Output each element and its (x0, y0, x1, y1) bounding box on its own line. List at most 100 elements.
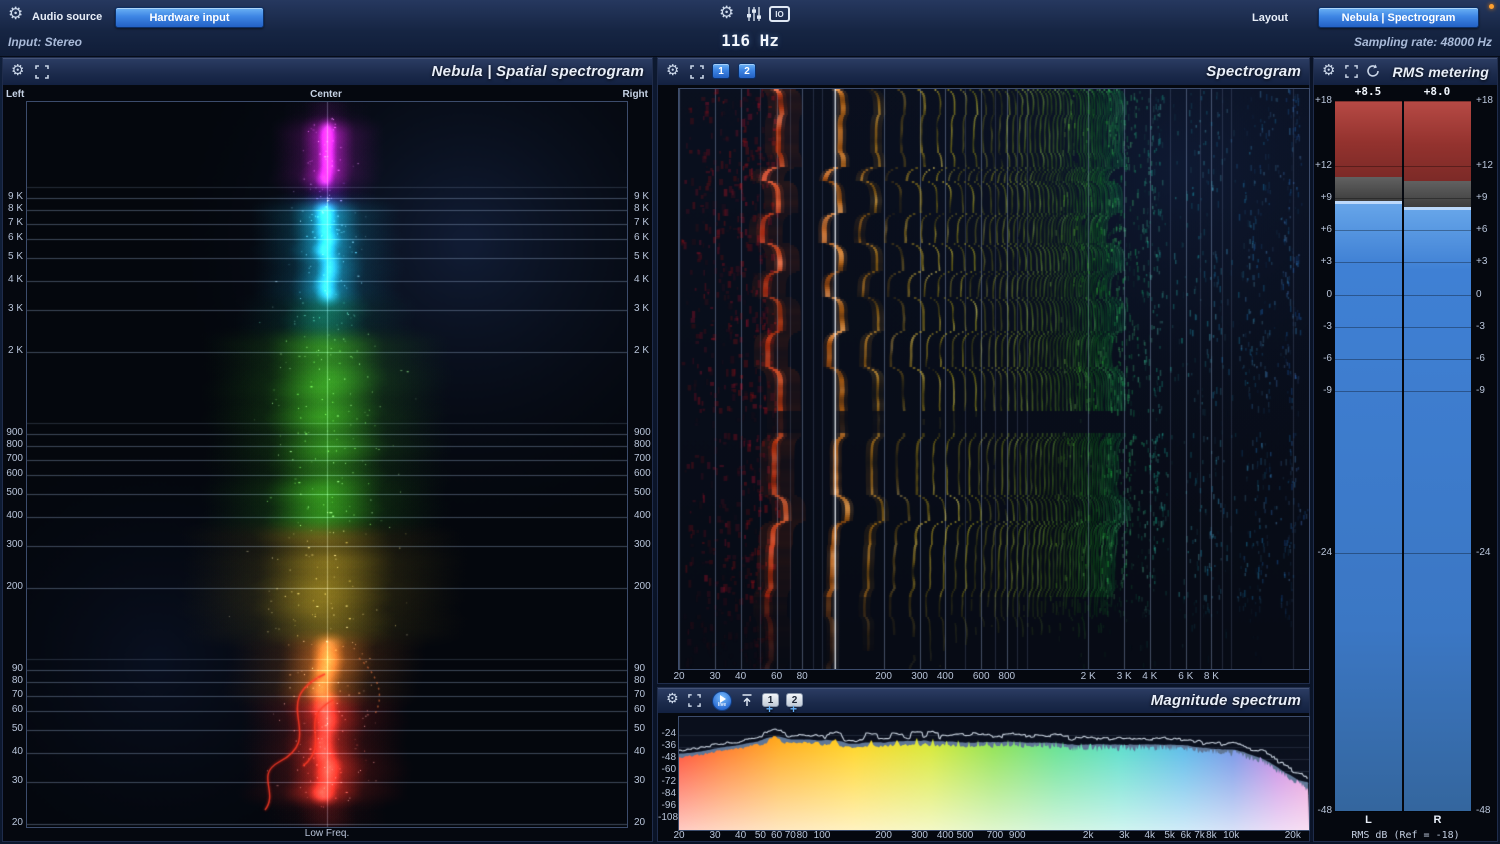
freq-tick-label: 300 (6, 539, 23, 551)
freq-tick-label: 80 (11, 674, 23, 686)
freq-tick-label: 8 K (7, 202, 23, 214)
peak-hold-arrow-icon[interactable] (740, 693, 754, 713)
freq-tick-label: 900 (1008, 830, 1026, 841)
freq-tick-label: 10k (1223, 830, 1240, 841)
freq-tick-label: 50 (634, 723, 646, 735)
freq-tick-label: 30 (11, 775, 23, 787)
freq-tick-label: 2 K (7, 345, 23, 356)
freq-tick-label: 500 (6, 487, 23, 499)
live-button[interactable]: live (712, 691, 732, 711)
reset-meter-icon[interactable] (1366, 64, 1380, 83)
db-tick-label: -108 (658, 812, 679, 823)
db-scale-label: -24 (1317, 546, 1332, 558)
freq-tick-label: 8 K (1203, 671, 1219, 682)
frequency-readout: 116 Hz (721, 31, 779, 50)
freq-tick-label: 8 K (634, 202, 650, 214)
freq-tick-label: 200 (875, 830, 892, 841)
freq-tick-label: 20 (634, 817, 646, 828)
freq-tick-label: 40 (634, 745, 646, 757)
freq-tick-label: 7 K (634, 216, 650, 228)
io-routing-icon[interactable]: IO (769, 6, 790, 22)
meter-over-zone (1335, 101, 1402, 178)
sliders-icon[interactable] (746, 6, 762, 27)
input-info: Input: Stereo (8, 35, 82, 49)
db-tick-label: -60 (661, 764, 676, 775)
freq-tick-label: 200 (875, 671, 892, 682)
freq-tick-label: 30 (634, 775, 646, 787)
freq-tick-label: 200 (6, 581, 23, 592)
magnitude-spectrum-canvas[interactable] (679, 717, 1309, 830)
rms-panel-header: ⚙ RMS metering (1314, 58, 1497, 86)
spectrogram-layer2-button[interactable]: 2 (738, 63, 756, 79)
magnitude-spectrum-panel: ⚙ live 1 2 + + Magnitude spectrum -24 -36… (657, 687, 1310, 842)
center-settings-gear-icon[interactable]: ⚙ (719, 5, 734, 22)
spatial-plot-area (26, 101, 628, 828)
meter-peak-zone (1335, 177, 1402, 202)
freq-tick-label: 3 K (634, 303, 650, 315)
freq-tick-label: 9 K (7, 190, 23, 202)
freq-tick-label: 5 K (7, 251, 23, 263)
freq-tick-label: 20 (11, 817, 23, 828)
rms-scale-left-axis: +18 +12 +9 +6 +3 0 -3 -6 -9 -24 -48 (1314, 58, 1333, 843)
freq-tick-label: 30 (709, 830, 721, 841)
db-scale-label: -9 (1323, 385, 1332, 397)
meter-peak-zone (1404, 180, 1471, 207)
freq-tick-label: 7 K (7, 216, 23, 228)
db-tick-label: -84 (661, 788, 676, 799)
freq-tick-label: 800 (6, 438, 23, 450)
rms-fullscreen-icon[interactable] (1345, 65, 1358, 83)
spatial-fullscreen-icon[interactable] (35, 65, 49, 84)
db-scale-label: -48 (1476, 805, 1491, 816)
freq-tick-label: 70 (11, 688, 23, 700)
rms-meter-right[interactable] (1404, 101, 1471, 811)
freq-tick-label: 80 (796, 671, 808, 682)
preset-button[interactable]: Nebula | Spectrogram (1318, 7, 1479, 28)
spectrogram-canvas[interactable] (679, 89, 1309, 669)
meter-tick-line (1335, 811, 1471, 812)
freq-tick-label: 3k (1118, 830, 1130, 841)
low-freq-axis-label: Low Freq. (304, 828, 350, 839)
axis-center-label: Center (310, 89, 342, 100)
freq-tick-label: 40 (11, 745, 23, 757)
channel-label-left: L (1365, 814, 1372, 826)
db-scale-label: 0 (1476, 288, 1482, 300)
magnitude-layer2-add-button[interactable]: + (790, 703, 797, 715)
spatial-spectrogram-canvas[interactable] (27, 102, 627, 827)
freq-tick-label: 40 (735, 671, 747, 682)
db-scale-label: -24 (1476, 546, 1491, 558)
freq-tick-label: 70 (634, 688, 646, 700)
spectrogram-fullscreen-icon[interactable] (690, 65, 704, 84)
db-tick-label: -24 (661, 728, 676, 739)
freq-tick-label: 700 (6, 452, 23, 464)
db-scale-label: +6 (1476, 224, 1488, 236)
meter-over-zone (1404, 101, 1471, 181)
freq-tick-label: 500 (956, 830, 974, 841)
spatial-left-freq-axis: 9 K8 K 7 K 6 K 5 K 4 K 3 K 2 K 900 800 700 600 500 4… (4, 58, 25, 843)
magnitude-layer1-add-button[interactable]: + (766, 703, 773, 715)
freq-tick-label: 9 K (634, 190, 650, 202)
db-scale-label: -6 (1323, 353, 1332, 365)
db-scale-label: -3 (1476, 320, 1485, 332)
db-scale-label: +18 (1315, 95, 1332, 106)
rms-meter-left[interactable] (1335, 101, 1402, 811)
magnitude-fullscreen-icon[interactable] (688, 694, 701, 712)
main-settings-gear-icon[interactable]: ⚙ (8, 6, 23, 23)
spatial-panel-title: Nebula | Spatial spectrogram (431, 63, 644, 80)
live-button-label: live (717, 701, 727, 708)
db-tick-label: -36 (661, 740, 676, 751)
rms-value-left: +8.5 (1354, 85, 1382, 98)
hardware-input-button[interactable]: Hardware input (115, 7, 264, 28)
magnitude-panel-header: ⚙ live 1 2 + + Magnitude spectrum (658, 688, 1309, 715)
layout-button[interactable]: Layout (1252, 12, 1288, 24)
freq-tick-label: 200 (634, 581, 651, 592)
db-scale-label: +12 (1476, 159, 1493, 171)
db-scale-label: +6 (1320, 224, 1332, 236)
spectrogram-settings-gear-icon[interactable]: ⚙ (666, 63, 679, 78)
freq-tick-label: 80 (634, 674, 646, 686)
db-tick-label: -72 (661, 776, 676, 787)
channel-label-right: R (1433, 814, 1442, 826)
freq-tick-label: 2k (1082, 830, 1094, 841)
spectrogram-freq-axis: 20 30 40 60 80 200 300 400 600 800 2 K3 K4 K6 K8 K (673, 671, 1310, 684)
db-scale-label: +9 (1476, 191, 1488, 203)
spectrogram-layer1-button[interactable]: 1 (712, 63, 730, 79)
